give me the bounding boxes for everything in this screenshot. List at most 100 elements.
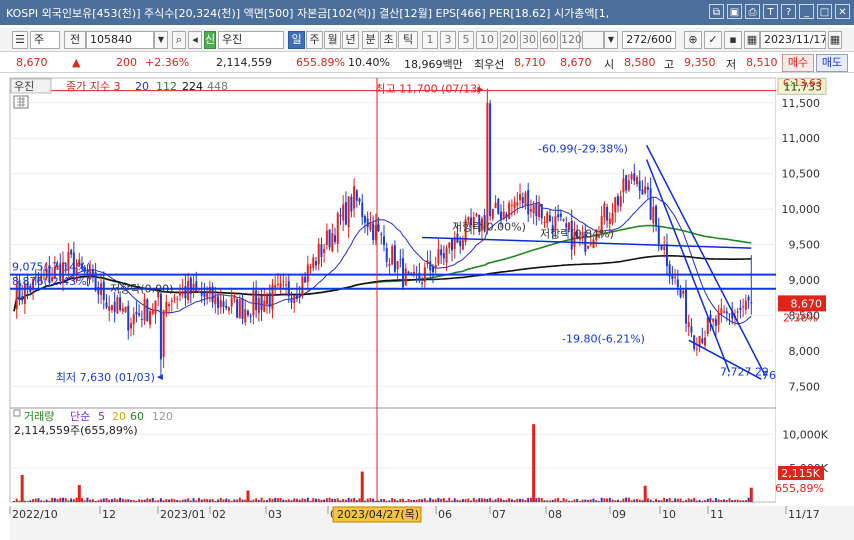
interval-3[interactable]: 3 <box>440 31 456 49</box>
bar-count-field[interactable]: 272/600 <box>622 31 676 49</box>
volume-ma-label: 단순 <box>70 410 90 423</box>
candle-body <box>557 214 560 218</box>
volume-bar <box>170 498 173 502</box>
volume-bar <box>121 498 124 502</box>
volume-bar <box>445 500 448 502</box>
volume-bar <box>91 499 94 502</box>
open-price: 8,580 <box>624 56 656 69</box>
volume-bar <box>320 499 323 502</box>
volume-legend-label: 거래량 <box>24 410 54 423</box>
candle-body <box>603 203 606 218</box>
volume-bar <box>181 499 184 502</box>
speaker-icon[interactable]: ◂ <box>188 31 202 49</box>
volume-bar <box>674 498 677 502</box>
interval-120[interactable]: 120 <box>560 31 582 49</box>
period-month[interactable]: 월 <box>324 31 341 49</box>
volume-bar <box>684 499 687 502</box>
calendar-icon[interactable]: ▦ <box>744 31 760 49</box>
candle-body <box>306 264 309 282</box>
period-tick[interactable]: 틱 <box>398 31 418 49</box>
volume-bar <box>64 498 67 502</box>
crosshair-icon[interactable]: ⊕ <box>684 31 702 49</box>
period-day[interactable]: 일 <box>288 31 305 49</box>
text-icon[interactable]: T <box>763 4 778 19</box>
candle-body <box>230 297 233 307</box>
candle-body <box>404 268 407 286</box>
market-select[interactable]: 주 <box>30 31 60 49</box>
period-year[interactable]: 년 <box>342 31 359 49</box>
interval-5[interactable]: 5 <box>458 31 474 49</box>
candle-body <box>638 180 641 191</box>
volume-ma-60: 60 <box>130 410 144 423</box>
stock-name-field[interactable]: 우진 <box>218 31 284 49</box>
link-icon[interactable]: ⧉ <box>709 4 724 19</box>
volume-bar <box>189 500 192 502</box>
candle-body <box>399 259 402 261</box>
candle-body <box>366 218 369 228</box>
chevron-down-icon[interactable]: ▼ <box>154 31 168 49</box>
volume-bar <box>456 499 459 502</box>
candle-body <box>159 293 162 360</box>
candle-body <box>358 198 361 202</box>
volume-bar <box>236 499 239 502</box>
volume-bar <box>102 498 105 502</box>
candle-body <box>249 315 252 317</box>
help-icon[interactable]: ? <box>781 4 796 19</box>
candle-body <box>491 208 494 219</box>
buy-button[interactable]: 매수 <box>782 54 814 72</box>
volume-bar <box>440 498 443 502</box>
candle-body <box>21 296 24 301</box>
volume-bar <box>56 499 59 502</box>
close-icon[interactable]: ✕ <box>835 4 850 19</box>
volume-bar <box>728 498 731 502</box>
interval-30[interactable]: 30 <box>520 31 538 49</box>
sell-button[interactable]: 매도 <box>816 54 848 72</box>
volume-bar <box>369 498 372 502</box>
volume-bar <box>720 499 723 502</box>
volume-bar <box>59 497 62 502</box>
volume-panel-icon[interactable] <box>13 409 21 417</box>
period-second[interactable]: 초 <box>380 31 397 49</box>
volume-bar <box>48 500 51 502</box>
price-tick-label: 11,000 <box>782 132 821 145</box>
candle-body <box>200 290 203 296</box>
candle-body <box>709 314 712 320</box>
prev-button[interactable]: 전 <box>64 31 86 49</box>
save-icon[interactable]: ▪ <box>724 31 742 49</box>
candle-body <box>173 297 176 299</box>
candle-body <box>687 322 690 327</box>
volume-ma-5: 5 <box>98 410 105 423</box>
volume-bar <box>442 498 445 502</box>
interval-60[interactable]: 60 <box>540 31 558 49</box>
period-week[interactable]: 주 <box>306 31 323 49</box>
search-icon[interactable]: ⌕ <box>172 31 186 49</box>
interval-custom[interactable] <box>582 31 604 49</box>
copy-icon[interactable]: ▣ <box>727 4 742 19</box>
menu-icon[interactable]: ☰ <box>12 31 28 49</box>
volume-bar <box>584 499 587 502</box>
volume-bar <box>309 500 312 502</box>
stock-code-input[interactable]: 105840 <box>86 31 154 49</box>
minimize-icon[interactable]: _ <box>799 4 814 19</box>
date-field[interactable]: 2023/11/17 <box>760 31 826 49</box>
volume-bar <box>499 498 502 502</box>
candle-body <box>695 348 698 350</box>
volume-bar <box>690 499 693 502</box>
interval-10[interactable]: 10 <box>476 31 498 49</box>
volume-bar <box>388 500 391 502</box>
stock-chart[interactable]: 최고 11,700 (07/13) 최저 7,630 (01/03) 9,075(-… <box>0 74 854 540</box>
check-icon[interactable]: ✓ <box>704 31 722 49</box>
interval-20[interactable]: 20 <box>500 31 518 49</box>
volume-bar <box>459 500 462 502</box>
print-icon[interactable]: ⎙ <box>745 4 760 19</box>
interval-1[interactable]: 1 <box>422 31 438 49</box>
restore-icon[interactable]: □ <box>817 4 832 19</box>
chevron-down-icon[interactable]: ▼ <box>604 31 618 49</box>
price-tick-label: 9,000 <box>789 274 821 287</box>
period-minute[interactable]: 분 <box>362 31 379 49</box>
candle-body <box>497 198 500 214</box>
volume-bar <box>334 498 337 502</box>
candle-body <box>739 307 742 310</box>
volume-bar <box>709 498 712 502</box>
calendar-picker-icon[interactable]: ▦ <box>828 31 842 49</box>
